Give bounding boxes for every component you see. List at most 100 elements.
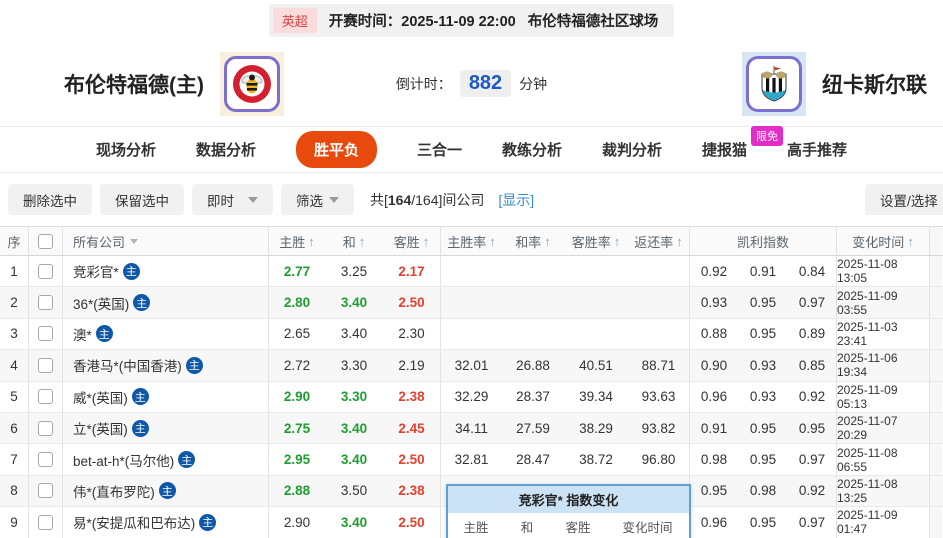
col-draw-rate[interactable]: 和率 ↑ [502, 227, 564, 255]
row-checkbox[interactable] [38, 514, 53, 530]
home-odds[interactable]: 2.77 [268, 256, 325, 287]
kelly-3: 0.92 [798, 389, 826, 405]
col-return-rate[interactable]: 返还率 ↑ [628, 227, 689, 255]
company-cell[interactable]: 立*(英国) 主 [62, 412, 268, 444]
home-odds[interactable]: 2.80 [268, 287, 325, 318]
away-odds[interactable]: 2.50 [383, 507, 440, 537]
company-cell[interactable]: 香港马*(中国香港) 主 [62, 350, 268, 381]
newcastle-crest-icon [746, 56, 802, 112]
odds-table: 序 所有公司 主胜 ↑ 和 ↑ 客胜 ↑ 主胜率 ↑ 和率 ↑ 客胜率 ↑ 返还率 ↑ 凯利指… [0, 226, 943, 538]
change-time: 2025-11-03 23:41 [836, 318, 929, 350]
tab-5[interactable]: 教练分析 [502, 139, 562, 160]
home-odds[interactable]: 2.72 [268, 350, 325, 381]
scrollbar-track[interactable] [929, 381, 942, 412]
col-company[interactable]: 所有公司 [62, 227, 268, 255]
company-name: 竞彩官* [73, 265, 119, 281]
kelly-3: 0.97 [798, 452, 826, 468]
row-checkbox[interactable] [38, 263, 53, 279]
company-cell[interactable]: bet-at-h*(马尔他) 主 [62, 444, 268, 475]
away-odds[interactable]: 2.30 [383, 319, 440, 349]
away-odds[interactable]: 2.38 [383, 382, 440, 412]
instant-dropdown[interactable]: 即时 [192, 184, 273, 215]
filter-dropdown[interactable]: 筛选 [281, 184, 354, 215]
scrollbar-track[interactable] [929, 475, 942, 507]
col-away-rate[interactable]: 客胜率 ↑ [564, 227, 628, 255]
away-odds[interactable]: 2.45 [383, 413, 440, 443]
draw-odds[interactable]: 3.40 [325, 319, 383, 349]
delete-selected-button[interactable]: 删除选中 [8, 184, 92, 215]
kelly-2: 0.93 [749, 389, 777, 405]
away-odds[interactable]: 2.50 [383, 287, 440, 317]
draw-rate [502, 319, 564, 349]
tab-3[interactable]: 胜平负 [295, 131, 377, 168]
company-cell[interactable]: 威*(英国) 主 [62, 381, 268, 412]
scrollbar-track[interactable] [929, 412, 942, 444]
scrollbar-track[interactable] [929, 318, 942, 350]
company-cell[interactable]: 易*(安提瓜和巴布达) 主 [62, 507, 268, 538]
host-icon: 主 [122, 262, 140, 280]
draw-odds[interactable]: 3.40 [325, 507, 383, 537]
draw-odds[interactable]: 3.50 [325, 476, 383, 506]
home-odds[interactable]: 2.75 [268, 412, 325, 444]
row-checkbox[interactable] [38, 357, 53, 373]
company-cell[interactable]: 36*(英国) 主 [62, 287, 268, 318]
draw-odds[interactable]: 3.40 [325, 413, 383, 443]
col-home-odds[interactable]: 主胜 ↑ [268, 227, 325, 255]
draw-odds[interactable]: 3.30 [325, 350, 383, 380]
kelly-2: 0.95 [749, 295, 777, 311]
away-odds[interactable]: 2.17 [383, 256, 440, 286]
scrollbar-track[interactable] [929, 350, 942, 381]
col-change-time[interactable]: 变化时间 ↑ [836, 227, 929, 255]
settings-select-button[interactable]: 设置/选择 [865, 184, 943, 215]
draw-odds[interactable]: 3.25 [325, 256, 383, 286]
tab-7[interactable]: 捷报猫 限免 [702, 126, 784, 160]
col-away-odds[interactable]: 客胜 ↑ [383, 227, 440, 255]
row-checkbox[interactable] [38, 483, 53, 499]
col-seq: 序 [7, 234, 21, 250]
host-icon: 主 [133, 294, 151, 312]
scrollbar-track[interactable] [929, 256, 942, 287]
match-info-bar: 英超 开赛时间：2025-11-09 22:00 布伦特福德社区球场 [0, 0, 943, 40]
kelly-1: 0.95 [689, 475, 738, 507]
away-team: 纽卡斯尔联 [742, 52, 927, 116]
row-checkbox[interactable] [38, 389, 53, 405]
row-checkbox-cell [28, 256, 62, 287]
company-cell[interactable]: 伟*(直布罗陀) 主 [62, 475, 268, 507]
home-odds[interactable]: 2.90 [268, 381, 325, 412]
scrollbar-track[interactable] [929, 227, 942, 255]
home-odds[interactable]: 2.88 [268, 475, 325, 507]
company-name: 澳* [73, 327, 92, 343]
scrollbar-track[interactable] [929, 507, 942, 538]
tab-1[interactable]: 现场分析 [96, 139, 156, 160]
tab-4[interactable]: 三合一 [417, 139, 462, 160]
select-all-checkbox[interactable] [38, 233, 53, 249]
col-kelly: 凯利指数 [689, 227, 836, 255]
away-odds[interactable]: 2.38 [383, 476, 440, 506]
keep-selected-button[interactable]: 保留选中 [100, 184, 184, 215]
row-checkbox[interactable] [38, 295, 53, 311]
tab-2[interactable]: 数据分析 [196, 139, 256, 160]
tab-8[interactable]: 高手推荐 [787, 139, 847, 160]
company-cell[interactable]: 澳* 主 [62, 318, 268, 350]
col-draw-odds[interactable]: 和 ↑ [325, 227, 383, 255]
draw-odds[interactable]: 3.40 [325, 444, 383, 474]
home-odds[interactable]: 2.65 [268, 318, 325, 350]
draw-odds[interactable]: 3.40 [325, 287, 383, 317]
show-link[interactable]: [显示] [498, 190, 534, 210]
home-odds[interactable]: 2.90 [268, 507, 325, 538]
away-rate [564, 319, 628, 349]
row-checkbox[interactable] [38, 452, 53, 468]
tab-6[interactable]: 裁判分析 [602, 139, 662, 160]
company-name: 立*(英国) [73, 422, 128, 438]
scrollbar-track[interactable] [929, 444, 942, 475]
scrollbar-track[interactable] [929, 287, 942, 318]
row-checkbox[interactable] [38, 326, 53, 342]
row-checkbox[interactable] [38, 420, 53, 436]
company-cell[interactable]: 竞彩官* 主 [62, 256, 268, 287]
away-odds[interactable]: 2.19 [383, 350, 440, 380]
draw-odds[interactable]: 3.30 [325, 382, 383, 412]
away-odds[interactable]: 2.50 [383, 444, 440, 474]
col-home-rate[interactable]: 主胜率 ↑ [440, 227, 502, 255]
draw-rate: 26.88 [516, 357, 550, 373]
home-odds[interactable]: 2.95 [268, 444, 325, 475]
